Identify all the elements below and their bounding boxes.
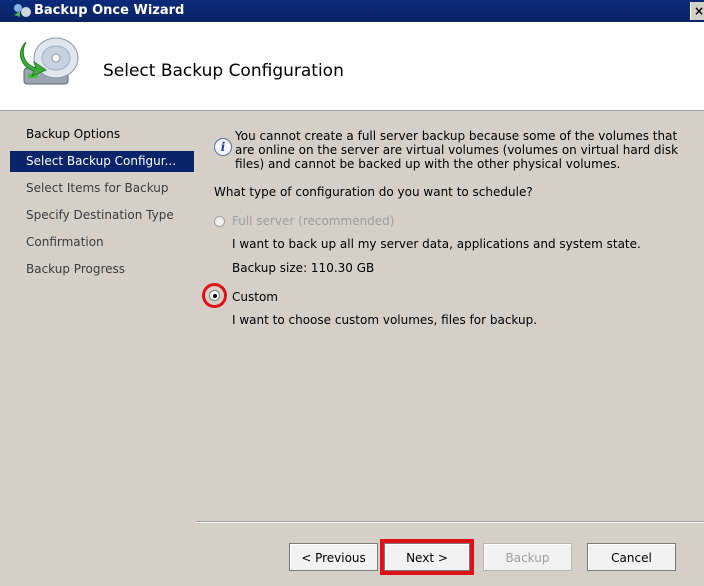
full-server-radio[interactable] <box>214 216 225 227</box>
window-title: Backup Once Wizard <box>34 3 185 18</box>
wizard-steps-nav: Backup Options Select Backup Configur...… <box>10 111 196 586</box>
next-button[interactable]: Next > <box>380 539 474 575</box>
custom-label: Custom <box>232 290 278 304</box>
wizard-header: Select Backup Configuration <box>0 22 704 111</box>
full-server-description: I want to back up all my server data, ap… <box>232 237 641 251</box>
footer-divider <box>196 521 704 523</box>
step-confirmation[interactable]: Confirmation <box>10 232 194 253</box>
cancel-button[interactable]: Cancel <box>587 543 676 571</box>
page-title: Select Backup Configuration <box>103 61 344 81</box>
step-specify-destination-type[interactable]: Specify Destination Type <box>10 205 194 226</box>
annotation-circle <box>202 283 227 308</box>
step-backup-options[interactable]: Backup Options <box>10 124 194 145</box>
backup-button[interactable]: Backup <box>483 543 572 571</box>
close-button[interactable]: × <box>690 2 704 20</box>
step-backup-progress[interactable]: Backup Progress <box>10 259 194 280</box>
backup-disk-icon <box>19 37 79 85</box>
step-select-items-for-backup[interactable]: Select Items for Backup <box>10 178 194 199</box>
configuration-question: What type of configuration do you want t… <box>214 185 533 199</box>
wizard-content: i You cannot create a full server backup… <box>196 111 704 521</box>
previous-button[interactable]: < Previous <box>289 543 378 571</box>
backup-size-text: Backup size: 110.30 GB <box>232 261 375 275</box>
info-message: You cannot create a full server backup b… <box>235 129 679 171</box>
step-select-backup-configuration[interactable]: Select Backup Configur... <box>10 151 194 172</box>
wizard-app-icon <box>14 4 31 17</box>
full-server-label: Full server (recommended) <box>232 214 395 228</box>
title-bar: Backup Once Wizard × <box>0 0 704 22</box>
custom-description: I want to choose custom volumes, files f… <box>232 313 538 327</box>
info-icon: i <box>214 138 232 156</box>
